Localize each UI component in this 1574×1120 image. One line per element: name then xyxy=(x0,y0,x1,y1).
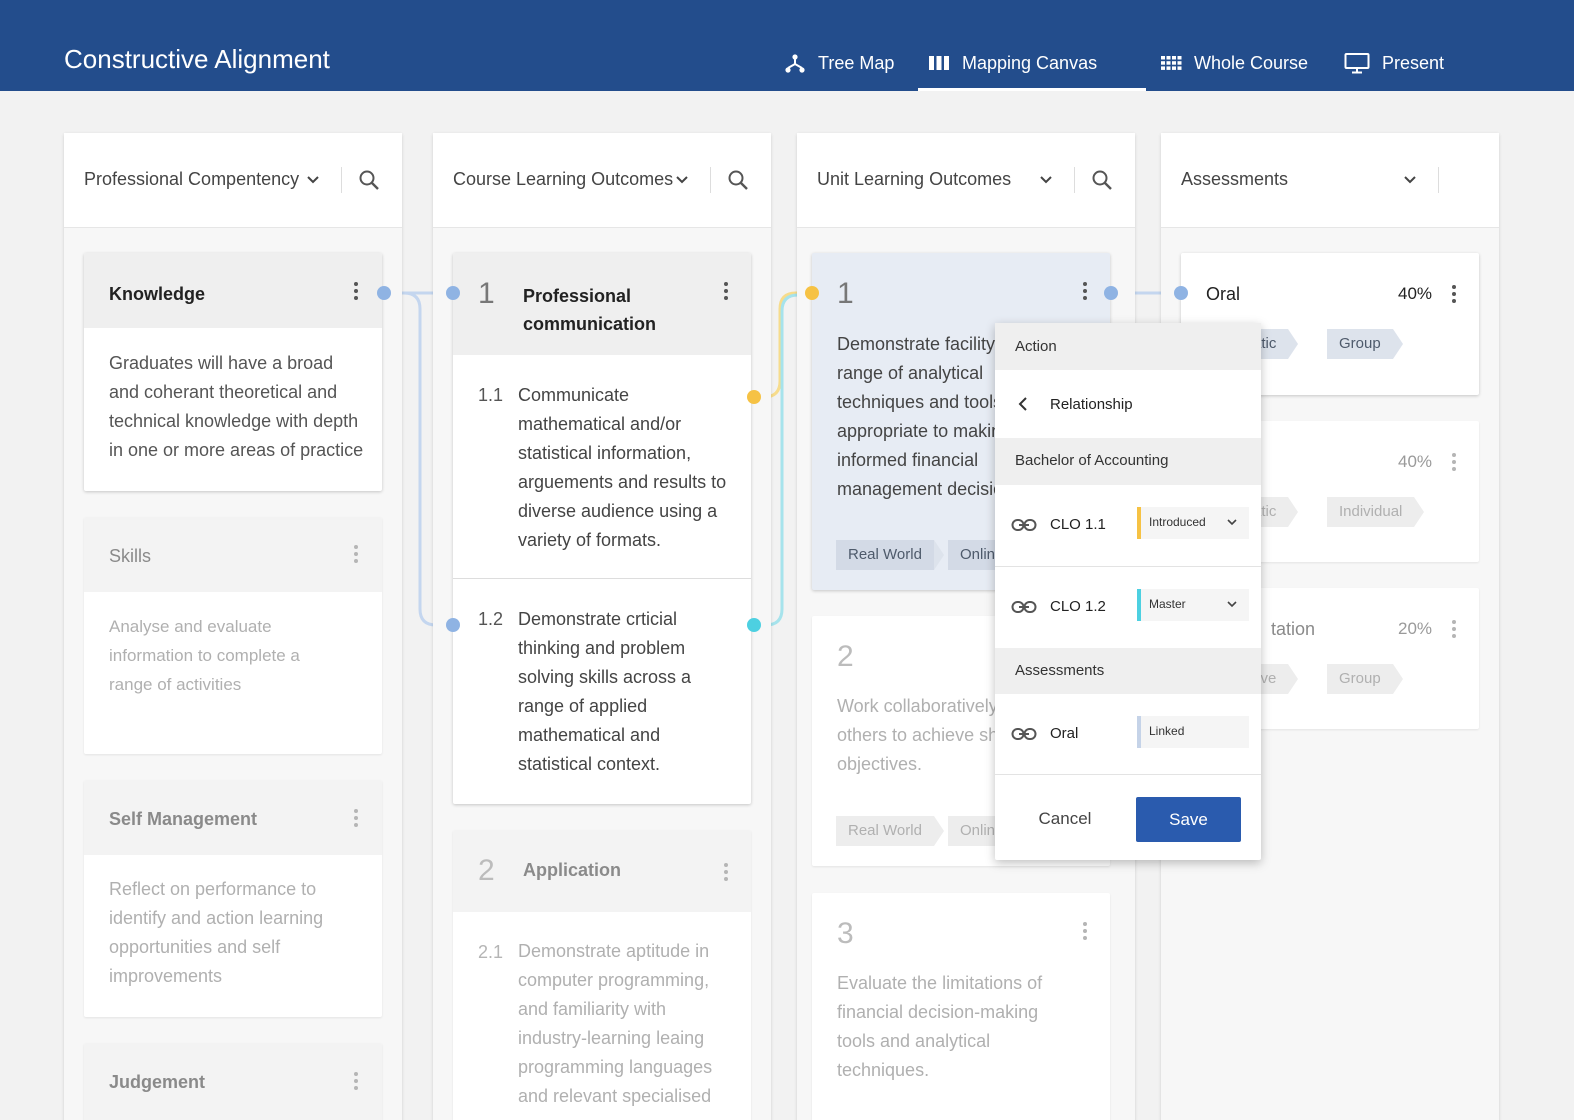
competency-card-self-management[interactable]: Self Management Reflect on performance t… xyxy=(84,780,382,1017)
clo-item-text: Demonstrate crticial thinking and problem… xyxy=(518,609,692,774)
card-title: Knowledge xyxy=(109,284,206,304)
ulo-card-3[interactable]: 3 Evaluate the limitations of financial d… xyxy=(812,893,1110,1120)
section-title: Assessments xyxy=(1015,662,1105,679)
more-options-icon[interactable] xyxy=(353,543,359,565)
card-title: Judgement xyxy=(109,1072,206,1092)
relationship-popup: Action Relationship Bachelor of Accounti… xyxy=(995,323,1261,860)
weight-percent: 40% xyxy=(1398,284,1433,303)
more-options-icon[interactable] xyxy=(353,280,359,302)
ulo-text: Evaluate the limitations of financial dec… xyxy=(837,973,1043,1080)
ulo-text: Demonstrate facility range of analytical t… xyxy=(837,334,1004,499)
clo-item-text: Communicate mathematical and/or statistica… xyxy=(518,385,727,550)
search-icon[interactable] xyxy=(358,169,380,191)
connector-dot[interactable] xyxy=(747,618,761,632)
chevron-down-icon[interactable] xyxy=(1403,173,1417,187)
search-icon[interactable] xyxy=(727,169,749,191)
cancel-button[interactable]: Cancel xyxy=(1015,797,1115,841)
card-title: Professional communication xyxy=(523,286,657,334)
competency-card-judgement[interactable]: Judgement xyxy=(84,1043,382,1120)
tag-real-world: Real World xyxy=(836,540,944,570)
column-header: Assessments xyxy=(1161,133,1499,228)
tag-group: Group xyxy=(1327,664,1403,694)
clo-item-number: 2.1 xyxy=(478,942,504,962)
column-title: Professional Compentency xyxy=(84,169,300,189)
connector-dot[interactable] xyxy=(805,286,819,300)
header-divider xyxy=(710,167,711,193)
link-icon xyxy=(1011,519,1037,531)
more-options-icon[interactable] xyxy=(1451,618,1457,640)
more-options-icon[interactable] xyxy=(353,807,359,829)
more-options-icon[interactable] xyxy=(1082,920,1088,942)
ulo-number: 2 xyxy=(837,640,854,673)
more-options-icon[interactable] xyxy=(1082,280,1088,302)
chevron-down-icon[interactable] xyxy=(1039,173,1053,187)
card-description: Graduates will have a broad and coherant … xyxy=(109,353,364,460)
tag-real-world: Real World xyxy=(836,816,944,846)
clo-number: 1 xyxy=(478,277,495,310)
connector-dot[interactable] xyxy=(377,286,391,300)
chevron-down-icon xyxy=(1227,519,1237,526)
column-title: Assessments xyxy=(1181,169,1289,189)
competency-card-knowledge[interactable]: Knowledge Graduates will have a broad and… xyxy=(84,253,382,491)
clo-item-text: Demonstrate aptitude in computer programm… xyxy=(518,941,713,1106)
header-divider xyxy=(1074,167,1075,193)
ulo-text: Work collaboratively others to achieve sh… xyxy=(837,696,999,774)
link-icon xyxy=(1011,601,1037,613)
more-options-icon[interactable] xyxy=(353,1070,359,1092)
assessment-link-label: Oral xyxy=(1050,725,1079,742)
tag-group: Group xyxy=(1327,329,1403,359)
relationship-level-select[interactable]: Introduced xyxy=(1137,507,1249,539)
more-options-icon[interactable] xyxy=(723,280,729,302)
more-options-icon[interactable] xyxy=(723,861,729,883)
ulo-number: 1 xyxy=(837,277,854,310)
column-title: Course Learning Outcomes xyxy=(453,169,674,189)
weight-percent: 40% xyxy=(1398,452,1433,471)
save-button[interactable]: Save xyxy=(1136,797,1241,842)
column-header: Professional Compentency xyxy=(64,133,402,228)
clo-link-label: CLO 1.1 xyxy=(1050,516,1106,533)
card-description: Reflect on performance to identify and ac… xyxy=(109,879,324,986)
chevron-down-icon[interactable] xyxy=(306,173,320,187)
clo-card-2[interactable]: 2 Application 2.1 Demonstrate aptitude i… xyxy=(453,830,751,1120)
chevron-down-icon[interactable] xyxy=(675,173,689,187)
relationship-label: Relationship xyxy=(1050,396,1133,413)
link-icon xyxy=(1011,728,1037,740)
card-title: Self Management xyxy=(109,809,258,829)
more-options-icon[interactable] xyxy=(1451,283,1457,305)
clo-item-number: 1.1 xyxy=(478,385,504,405)
relationship-level-select[interactable]: Master xyxy=(1137,589,1249,621)
header-divider xyxy=(1438,167,1439,193)
search-icon[interactable] xyxy=(1091,169,1113,191)
connector-dot[interactable] xyxy=(446,618,460,632)
item-divider xyxy=(453,578,751,579)
clo-link-label: CLO 1.2 xyxy=(1050,598,1106,615)
more-options-icon[interactable] xyxy=(1451,451,1457,473)
competency-card-skills[interactable]: Skills Analyse and evaluate information t… xyxy=(84,517,382,754)
column-title: Unit Learning Outcomes xyxy=(817,169,1012,189)
connector-dot[interactable] xyxy=(747,390,761,404)
chevron-down-icon xyxy=(1227,601,1237,608)
column-header: Course Learning Outcomes xyxy=(433,133,771,228)
card-title: Application xyxy=(523,860,621,880)
card-title: Skills xyxy=(109,546,152,566)
clo-card-1[interactable]: 1 Professional communication 1.1 Communic… xyxy=(453,253,751,804)
card-title: Oral xyxy=(1206,284,1241,304)
ulo-number: 3 xyxy=(837,917,854,950)
card-description: Analyse and evaluate information to compl… xyxy=(109,617,300,694)
connector-dot[interactable] xyxy=(1174,286,1188,300)
weight-percent: 20% xyxy=(1398,619,1433,638)
tag-individual: Individual xyxy=(1327,497,1425,527)
clo-item-number: 1.2 xyxy=(478,609,504,629)
popup-header-label: Action xyxy=(1015,338,1057,355)
assessment-link-status[interactable]: Linked xyxy=(1137,716,1249,748)
header-divider xyxy=(341,167,342,193)
connector-dot[interactable] xyxy=(1104,286,1118,300)
card-title: tation xyxy=(1271,619,1316,639)
section-title: Bachelor of Accounting xyxy=(1015,452,1169,469)
connector-dot[interactable] xyxy=(446,286,460,300)
clo-number: 2 xyxy=(478,854,495,887)
back-arrow-icon[interactable] xyxy=(1017,396,1029,412)
column-header: Unit Learning Outcomes xyxy=(797,133,1135,228)
